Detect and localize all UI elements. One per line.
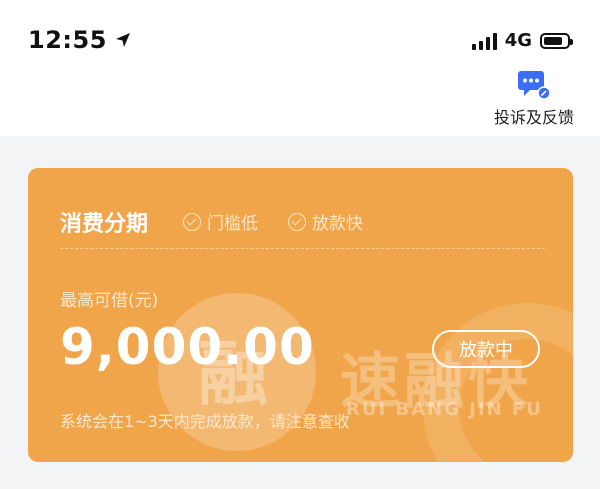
card-divider <box>60 248 545 249</box>
page-header: 投诉及反馈 <box>0 71 600 136</box>
tag-label: 放款快 <box>312 214 363 234</box>
feedback-chat-icon <box>517 71 551 100</box>
loan-card[interactable]: 融 速融快 RUI BANG JIN FU 消费分期 门槛低 放款快 最高可借(… <box>28 168 573 462</box>
status-time: 12:55 <box>28 26 133 54</box>
network-label: 4G <box>504 30 532 51</box>
limit-label: 最高可借(元) <box>60 291 159 311</box>
check-circle-icon <box>288 212 306 231</box>
card-title: 消费分期 <box>60 212 149 237</box>
watermark-brand-pinyin: RUI BANG JIN FU <box>346 399 543 420</box>
battery-icon <box>540 32 573 49</box>
system-indicators: 4G <box>471 30 573 51</box>
feedback-label: 投诉及反馈 <box>493 108 574 127</box>
feedback-button[interactable]: 投诉及反馈 <box>494 70 574 128</box>
location-arrow-icon <box>115 33 130 47</box>
tag-threshold: 门槛低 <box>183 209 258 234</box>
status-bar: 12:55 4G <box>0 0 600 80</box>
payout-notice: 系统会在1~3天内完成放款，请注意查收 <box>60 412 350 431</box>
loan-amount: 9,000.00 <box>60 318 315 376</box>
clock-text: 12:55 <box>28 26 107 54</box>
status-button[interactable]: 放款中 <box>432 330 540 368</box>
check-circle-icon <box>183 212 201 231</box>
tag-fast-payout: 放款快 <box>288 209 363 234</box>
signal-icon <box>471 32 497 50</box>
tag-label: 门槛低 <box>207 214 258 234</box>
